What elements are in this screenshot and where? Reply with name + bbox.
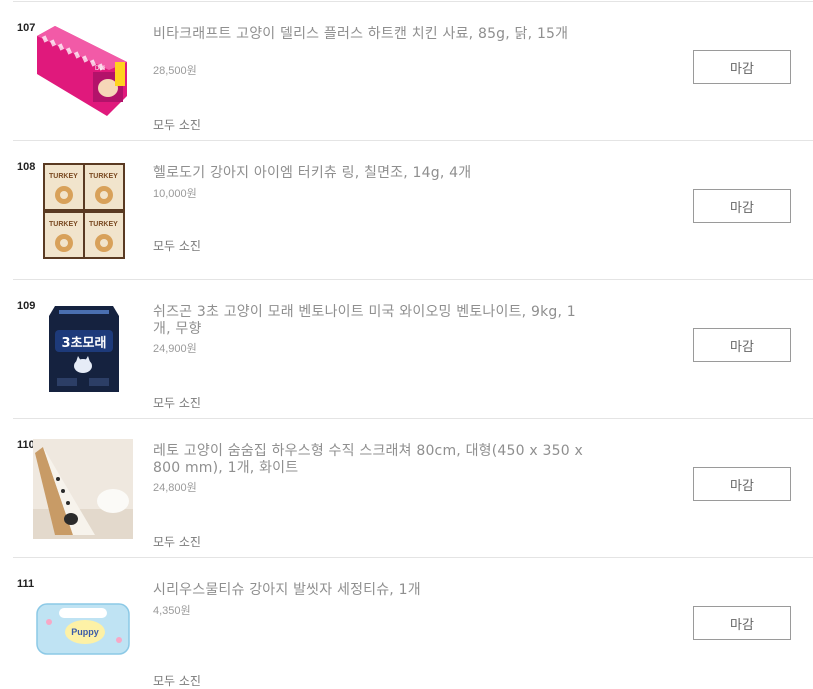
list-item: 110 레토 고양이 숨숨집 하우스형 수직 스크래쳐 80cm, 대형(450… xyxy=(13,418,813,557)
wet-tissue-pack-icon[interactable]: Puppy xyxy=(33,578,133,678)
svg-text:TURKEY: TURKEY xyxy=(89,221,118,228)
deadline-button[interactable]: 마감 xyxy=(693,189,791,223)
product-title[interactable]: 쉬즈곤 3초 고양이 모래 벤토나이트 미국 와이오밍 벤토나이트, 9kg, … xyxy=(153,304,593,338)
rank-number: 111 xyxy=(17,578,35,590)
list-item: 107 Deli 비타크래프트 고양이 델리스 플러스 하트캔 치킨 사료, 8… xyxy=(13,1,813,140)
product-price: 24,800원 xyxy=(153,482,197,494)
product-title[interactable]: 시리우스물티슈 강아지 발씻자 세정티슈, 1개 xyxy=(153,582,593,599)
deadline-button[interactable]: 마감 xyxy=(693,606,791,640)
cat-litter-bag-icon[interactable]: 3초모래 xyxy=(33,300,133,400)
deadline-button[interactable]: 마감 xyxy=(693,50,791,84)
cat-scratcher-house-icon[interactable] xyxy=(33,439,133,539)
product-list: 107 Deli 비타크래프트 고양이 델리스 플러스 하트캔 치킨 사료, 8… xyxy=(13,1,813,688)
stock-status: 모두 소진 xyxy=(153,118,201,132)
turkey-chew-packs-icon[interactable]: TURKEY TURKEY TURKEY TURKEY xyxy=(33,161,133,261)
product-price: 28,500원 xyxy=(153,65,197,77)
svg-text:TURKEY: TURKEY xyxy=(49,221,78,228)
stock-status: 모두 소진 xyxy=(153,396,201,410)
deadline-button[interactable]: 마감 xyxy=(693,467,791,501)
stock-status: 모두 소진 xyxy=(153,239,201,253)
svg-text:Deli: Deli xyxy=(95,66,105,72)
product-title[interactable]: 레토 고양이 숨숨집 하우스형 수직 스크래쳐 80cm, 대형(450 x 3… xyxy=(153,443,593,477)
product-price: 10,000원 xyxy=(153,188,197,200)
product-price: 24,900원 xyxy=(153,343,197,355)
tissue-brand-text: Puppy xyxy=(71,627,99,637)
cat-food-cans-pack-icon[interactable]: Deli xyxy=(33,22,133,122)
litter-brand-text: 3초모래 xyxy=(62,336,107,351)
stock-status: 모두 소진 xyxy=(153,674,201,688)
list-item: 111 Puppy 시리우스물티슈 강아지 발씻자 세정티슈, 1개 4,350… xyxy=(13,557,813,688)
product-price: 4,350원 xyxy=(153,605,191,617)
stock-status: 모두 소진 xyxy=(153,535,201,549)
list-item: 109 3초모래 쉬즈곤 3초 고양이 모래 벤토나이트 미국 와이오밍 벤토나… xyxy=(13,279,813,418)
product-title[interactable]: 헬로도기 강아지 아이엠 터키츄 링, 칠면조, 14g, 4개 xyxy=(153,165,593,182)
product-title[interactable]: 비타크래프트 고양이 델리스 플러스 하트캔 치킨 사료, 85g, 닭, 15… xyxy=(153,26,593,43)
list-item: 108 TURKEY TURKEY TURKEY TURKEY 헬로도기 강아지… xyxy=(13,140,813,279)
deadline-button[interactable]: 마감 xyxy=(693,328,791,362)
svg-text:TURKEY: TURKEY xyxy=(89,173,118,180)
svg-text:TURKEY: TURKEY xyxy=(49,173,78,180)
